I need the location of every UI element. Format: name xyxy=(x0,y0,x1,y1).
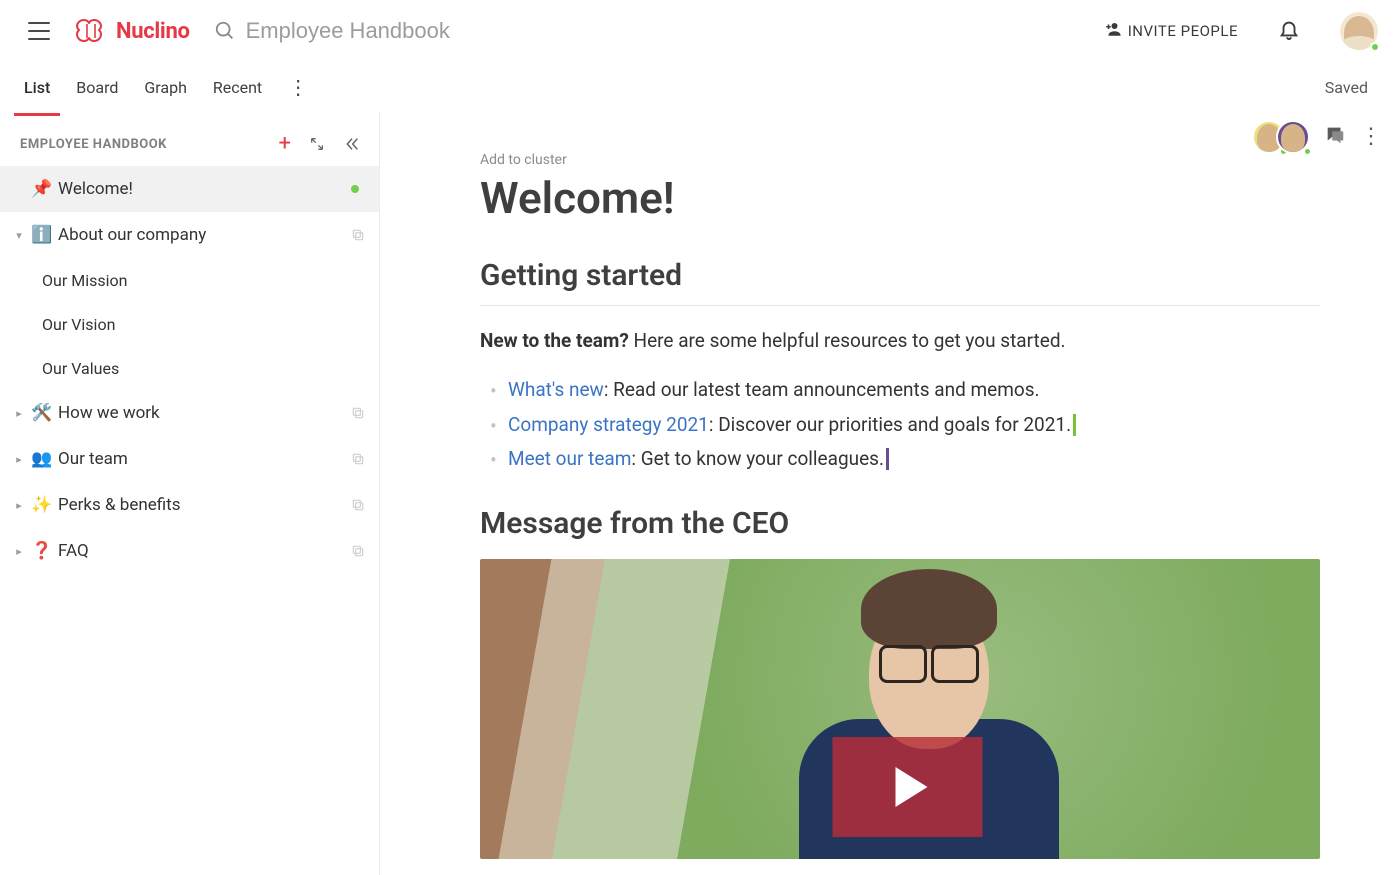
item-emoji-icon: 📌 xyxy=(32,179,52,199)
collapse-sidebar-icon[interactable] xyxy=(343,136,361,152)
tree-item[interactable]: ▾ ℹ️ About our company xyxy=(0,212,379,258)
item-label: Our Mission xyxy=(42,271,365,290)
list-item[interactable]: Company strategy 2021: Discover our prio… xyxy=(484,408,1320,442)
search-icon xyxy=(214,20,236,42)
video-embed[interactable] xyxy=(480,559,1320,859)
brain-icon xyxy=(74,18,108,44)
text: Here are some helpful resources to get y… xyxy=(629,329,1066,352)
tree-item[interactable]: Our Mission xyxy=(0,258,379,302)
tree-item[interactable]: Our Vision xyxy=(0,302,379,346)
section-heading[interactable]: Getting started xyxy=(480,258,1320,293)
chevron-icon[interactable]: ▾ xyxy=(12,229,26,242)
tree-item[interactable]: 📌 Welcome! xyxy=(0,166,379,212)
doc-more-icon[interactable]: ⋮ xyxy=(1360,126,1382,148)
view-more-icon[interactable]: ⋮ xyxy=(288,75,308,99)
collab-cursor xyxy=(886,448,889,470)
list-item[interactable]: Meet our team: Get to know your colleagu… xyxy=(484,442,1320,476)
doc-link[interactable]: Meet our team xyxy=(508,447,631,470)
divider xyxy=(480,305,1320,306)
person-add-icon xyxy=(1104,20,1122,42)
item-label: Welcome! xyxy=(58,179,345,199)
item-emoji-icon: ✨ xyxy=(32,495,52,515)
item-label: Our Values xyxy=(42,359,365,378)
tree-item[interactable]: ▸ 👥 Our team xyxy=(0,436,379,482)
presence-indicator xyxy=(1370,42,1380,52)
play-icon xyxy=(896,767,928,807)
menu-icon[interactable] xyxy=(28,22,50,40)
document-area: ⋮ Add to cluster Welcome! Getting starte… xyxy=(380,112,1400,875)
copy-icon[interactable] xyxy=(351,228,365,242)
view-tab-recent[interactable]: Recent xyxy=(213,62,262,112)
invite-people-button[interactable]: INVITE PEOPLE xyxy=(1104,20,1238,42)
presence-indicator xyxy=(1303,147,1312,156)
item-emoji-icon: 👥 xyxy=(32,449,52,469)
invite-label: INVITE PEOPLE xyxy=(1128,22,1238,40)
copy-icon[interactable] xyxy=(351,406,365,420)
copy-icon[interactable] xyxy=(351,544,365,558)
item-emoji-icon: ℹ️ xyxy=(32,225,52,245)
tree-item[interactable]: ▸ ❓ FAQ xyxy=(0,528,379,574)
chevron-icon[interactable]: ▸ xyxy=(12,499,26,512)
play-button[interactable] xyxy=(833,737,983,837)
workspace-title: EMPLOYEE HANDBOOK xyxy=(20,137,261,152)
view-tab-list[interactable]: List xyxy=(24,62,50,112)
text: : Read our latest team announcements and… xyxy=(604,378,1040,401)
add-item-icon[interactable]: + xyxy=(279,133,291,155)
item-label: About our company xyxy=(58,225,345,245)
item-label: Our Vision xyxy=(42,315,365,334)
text: : Get to know your colleagues. xyxy=(631,447,884,470)
page-title[interactable]: Welcome! xyxy=(480,172,1320,224)
tree-item[interactable]: ▸ ✨ Perks & benefits xyxy=(0,482,379,528)
collaborator-avatars[interactable] xyxy=(1252,120,1310,154)
text-bold: New to the team? xyxy=(480,329,629,352)
chevron-icon[interactable]: ▸ xyxy=(12,453,26,466)
copy-icon[interactable] xyxy=(351,452,365,466)
tree-item[interactable]: Our Values xyxy=(0,346,379,390)
view-tab-graph[interactable]: Graph xyxy=(144,62,187,112)
current-user-avatar[interactable] xyxy=(1340,12,1378,50)
list-item[interactable]: What's new: Read our latest team announc… xyxy=(484,373,1320,407)
add-to-cluster-button[interactable]: Add to cluster xyxy=(480,152,1320,168)
chevron-icon[interactable]: ▸ xyxy=(12,545,26,558)
item-emoji-icon: ❓ xyxy=(32,541,52,561)
doc-link[interactable]: What's new xyxy=(508,378,604,401)
view-tab-board[interactable]: Board xyxy=(76,62,118,112)
section-heading[interactable]: Message from the CEO xyxy=(480,506,1320,541)
item-label: How we work xyxy=(58,403,345,423)
search-field[interactable] xyxy=(214,18,1080,44)
bullet-list[interactable]: What's new: Read our latest team announc… xyxy=(484,373,1320,476)
item-label: Perks & benefits xyxy=(58,495,345,515)
brand-name: Nuclino xyxy=(116,19,190,44)
save-status: Saved xyxy=(1325,78,1368,97)
text: : Discover our priorities and goals for … xyxy=(709,413,1071,436)
paragraph[interactable]: New to the team? Here are some helpful r… xyxy=(480,326,1320,355)
item-label: FAQ xyxy=(58,541,345,561)
tree-item[interactable]: ▸ 🛠️ How we work xyxy=(0,390,379,436)
copy-icon[interactable] xyxy=(351,498,365,512)
doc-link[interactable]: Company strategy 2021 xyxy=(508,413,709,436)
item-emoji-icon: 🛠️ xyxy=(32,403,52,423)
collab-cursor xyxy=(1073,414,1076,436)
app-logo[interactable]: Nuclino xyxy=(74,18,190,44)
search-input[interactable] xyxy=(246,18,746,44)
notifications-icon[interactable] xyxy=(1278,18,1300,44)
presence-indicator xyxy=(351,185,359,193)
expand-icon[interactable] xyxy=(309,136,325,152)
chevron-icon[interactable]: ▸ xyxy=(12,407,26,420)
comments-icon[interactable] xyxy=(1324,124,1346,150)
item-label: Our team xyxy=(58,449,345,469)
sidebar: EMPLOYEE HANDBOOK + 📌 Welcome! ▾ ℹ️ About ou… xyxy=(0,112,380,875)
